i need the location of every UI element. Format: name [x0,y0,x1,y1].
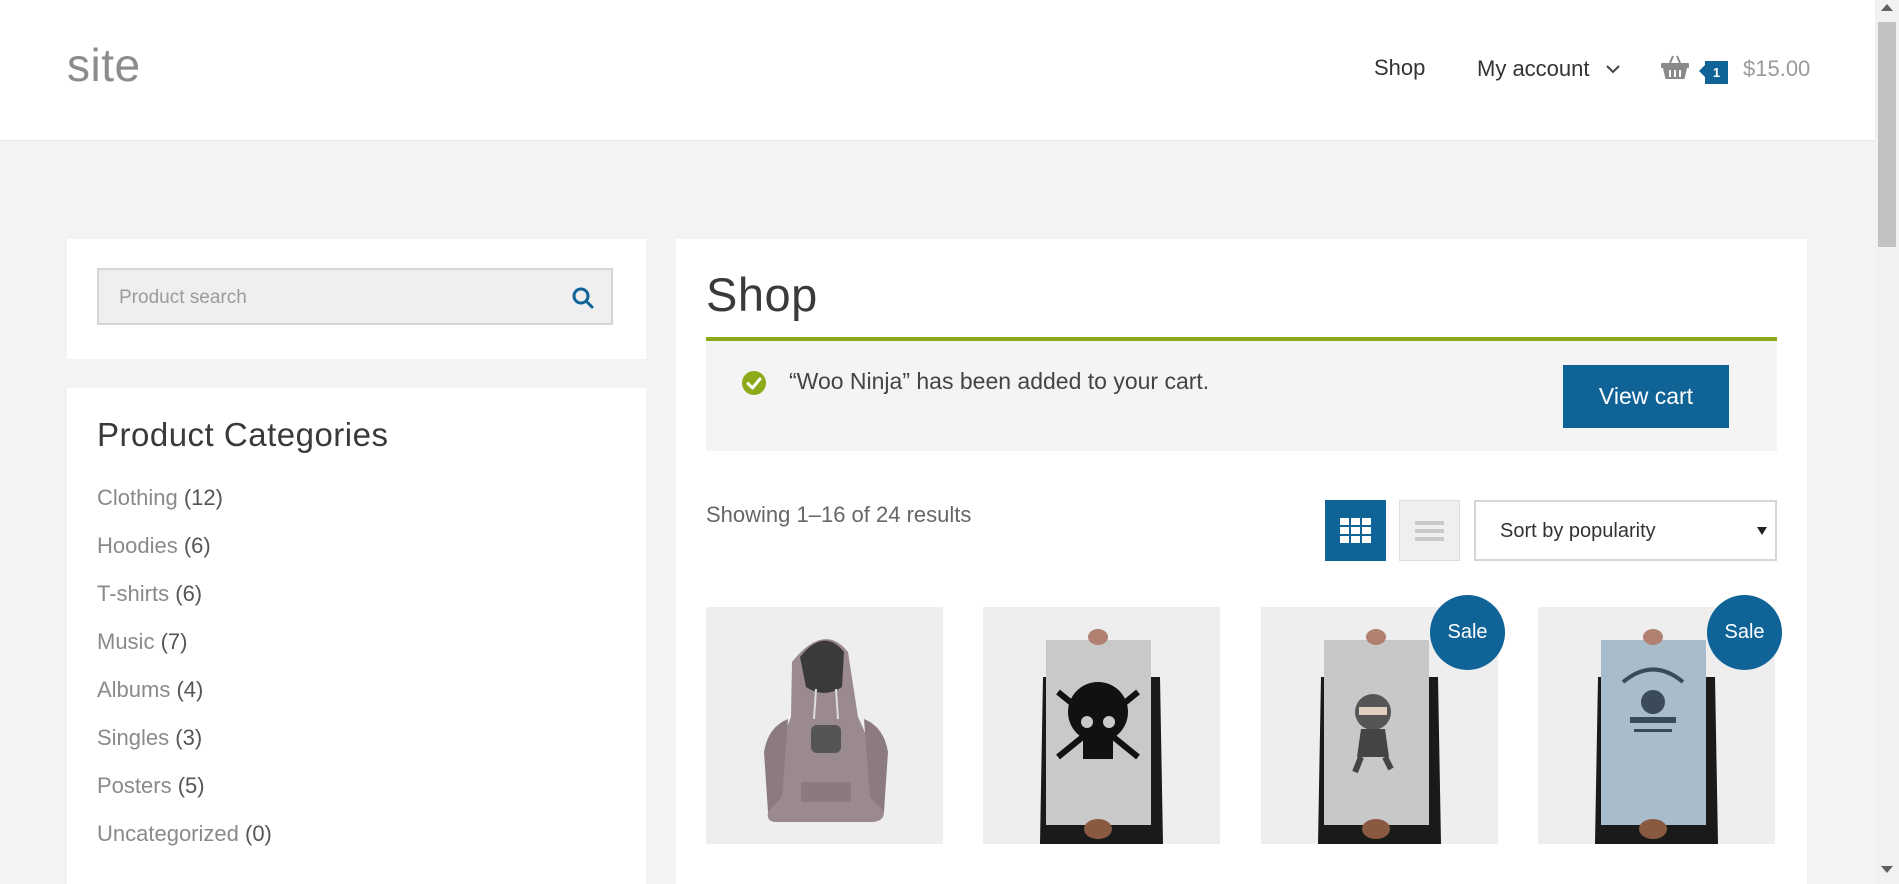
page-scrollbar[interactable] [1875,0,1899,884]
category-count: (6) [175,581,203,606]
category-link[interactable]: Music [97,629,154,654]
category-link[interactable]: Uncategorized [97,821,239,846]
basket-icon[interactable] [1660,54,1690,80]
check-circle-icon [742,371,766,395]
category-count: (5) [177,773,205,798]
search-box [97,268,613,325]
categories-list: Clothing (12) Hoodies (6) T-shirts (6) M… [97,485,272,869]
categories-title: Product Categories [97,416,389,453]
category-count: (4) [176,677,204,702]
grid-view-button[interactable] [1325,500,1386,561]
sort-selected-value: Sort by popularity [1500,520,1656,542]
category-count: (12) [183,485,223,510]
category-link[interactable]: T-shirts [97,581,169,606]
scroll-up-arrow[interactable] [1881,4,1893,11]
notice-message: “Woo Ninja” has been added to your cart. [789,368,1210,394]
chevron-down-icon[interactable] [1604,60,1622,78]
sale-badge: Sale [1707,595,1782,670]
category-item-hoodies: Hoodies (6) [97,533,272,581]
category-item-music: Music (7) [97,629,272,677]
category-link[interactable]: Albums [97,677,170,702]
category-item-clothing: Clothing (12) [97,485,272,533]
category-count: (7) [160,629,188,654]
category-item-singles: Singles (3) [97,725,272,773]
category-count: (6) [183,533,211,558]
ship-your-idea-poster-image[interactable] [983,607,1220,844]
category-count: (3) [175,725,203,750]
scroll-down-arrow[interactable] [1881,866,1893,873]
ninja-hoodie-image[interactable] [706,607,943,844]
nav-my-account-link[interactable]: My account [1477,56,1590,82]
product-card[interactable] [983,607,1220,844]
product-card[interactable] [706,607,943,844]
category-item-albums: Albums (4) [97,677,272,725]
cart-count-badge[interactable]: 1 [1699,61,1728,84]
category-count: (0) [245,821,272,846]
site-header: site Shop My account 1 $15.00 [0,0,1875,141]
nav-shop-link[interactable]: Shop [1374,55,1425,81]
page-title: Shop [706,268,818,321]
scrollbar-thumb[interactable] [1878,22,1896,247]
category-link[interactable]: Posters [97,773,172,798]
category-link[interactable]: Hoodies [97,533,178,558]
search-widget [67,239,646,359]
product-categories-widget: Product Categories Clothing (12) Hoodies… [67,388,646,884]
view-cart-button[interactable]: View cart [1563,365,1729,428]
site-title[interactable]: site [67,38,141,92]
sale-badge: Sale [1430,595,1505,670]
category-link[interactable]: Clothing [97,485,178,510]
grid-icon [1340,518,1371,543]
cart-total[interactable]: $15.00 [1743,56,1810,82]
product-search-input[interactable] [117,270,551,325]
result-count: Showing 1–16 of 24 results [706,502,972,527]
list-icon [1415,521,1444,541]
search-icon[interactable] [571,286,595,310]
category-item-tshirts: T-shirts (6) [97,581,272,629]
sort-select[interactable]: Sort by popularity [1474,500,1777,561]
shop-main: Shop “Woo Ninja” has been added to your … [676,239,1807,884]
list-view-button[interactable] [1399,500,1460,561]
dropdown-arrow-icon [1757,527,1767,535]
cart-notice: “Woo Ninja” has been added to your cart.… [706,341,1777,451]
category-item-posters: Posters (5) [97,773,272,821]
category-item-uncategorized: Uncategorized (0) [97,821,272,869]
category-link[interactable]: Singles [97,725,169,750]
